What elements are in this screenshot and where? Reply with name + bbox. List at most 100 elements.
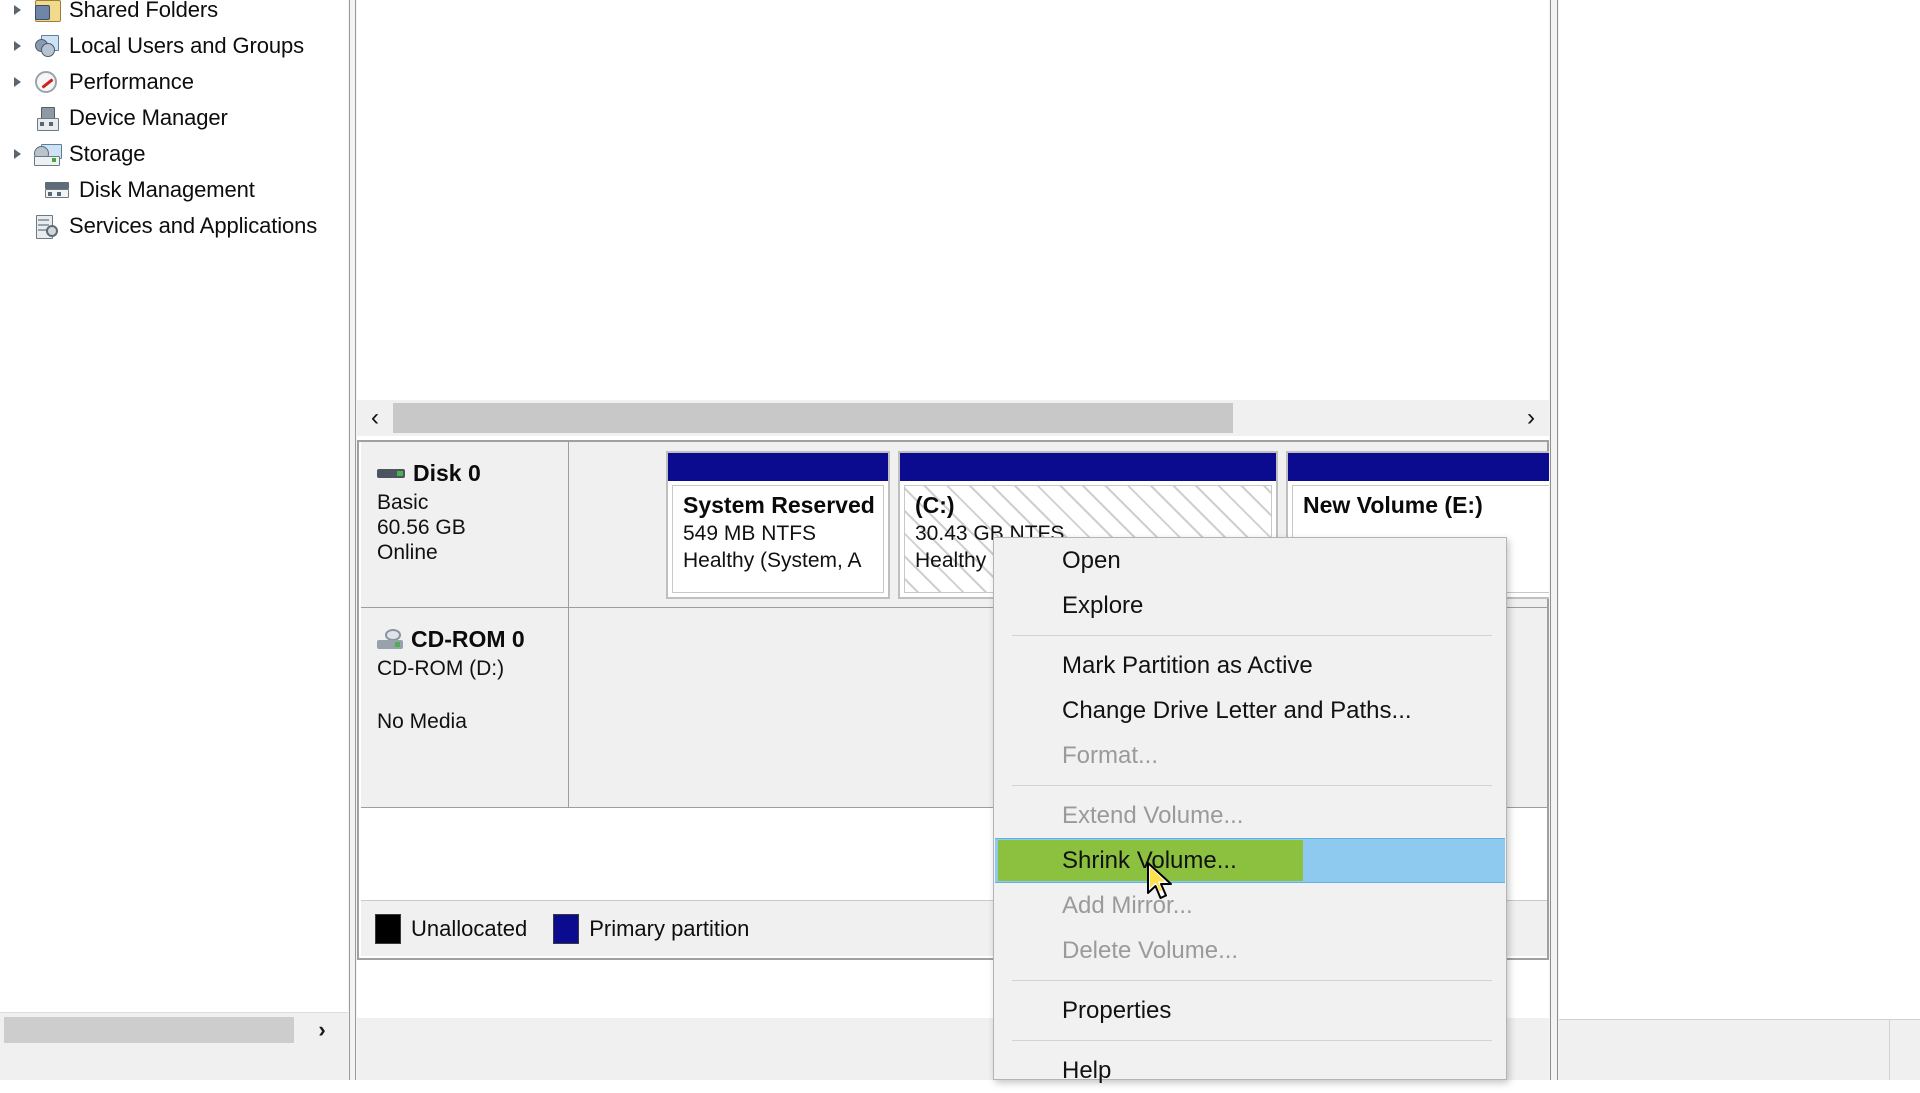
splitter-line-left: [349, 0, 350, 1080]
menu-item-label: Open: [1062, 546, 1121, 574]
right-splitter-line-left: [1550, 0, 1551, 1080]
sidebar-item-label: Storage: [69, 141, 146, 166]
splitter-line-right: [355, 0, 356, 1080]
disk-name: CD-ROM 0: [411, 626, 525, 652]
storage-icon: [34, 141, 62, 167]
menu-item-extend-volume: Extend Volume...: [994, 793, 1506, 838]
disk-info-panel[interactable]: Disk 0 Basic 60.56 GB Online: [361, 442, 569, 607]
menu-item-explore[interactable]: Explore: [994, 583, 1506, 628]
mouse-cursor-icon: [1146, 861, 1180, 905]
partition-block[interactable]: System Reserved 549 MB NTFS Healthy (Syste…: [666, 451, 890, 599]
partition-name: (C:): [915, 492, 955, 518]
hard-disk-icon: [377, 467, 407, 481]
menu-item-properties[interactable]: Properties: [994, 988, 1506, 1033]
chevron-right-icon: [13, 77, 21, 87]
disk-meta: CD-ROM (D:) No Media: [377, 657, 568, 735]
partition-color-band: [900, 453, 1276, 481]
menu-item-delete-volume: Delete Volume...: [994, 928, 1506, 973]
tree-expander[interactable]: [0, 64, 34, 100]
sidebar-item-device-manager[interactable]: Device Manager: [0, 100, 228, 136]
tree-expander[interactable]: [0, 136, 34, 172]
menu-item-label: Delete Volume...: [1062, 936, 1239, 964]
cdrom-icon: [377, 628, 407, 651]
tree-expander: [0, 208, 34, 244]
sidebar-item-disk-management[interactable]: Disk Management: [0, 172, 255, 208]
volume-list-horizontal-scrollbar[interactable]: ‹ ›: [357, 400, 1549, 436]
chevron-right-icon: [13, 41, 21, 51]
legend-swatch: [553, 913, 580, 944]
menu-separator: [1012, 980, 1492, 981]
menu-item-shrink-volume[interactable]: Shrink Volume...: [994, 838, 1506, 883]
partition-details: System Reserved 549 MB NTFS Healthy (Syste…: [672, 485, 884, 593]
right-pane-splitter[interactable]: [1549, 0, 1559, 1080]
local-users-icon: [34, 33, 60, 59]
menu-separator: [1012, 1040, 1492, 1041]
menu-separator: [1012, 635, 1492, 636]
menu-item-help[interactable]: Help: [994, 1048, 1506, 1093]
disk-title: CD-ROM 0: [377, 626, 568, 653]
disk-status: No Media: [377, 709, 467, 733]
scrollbar-thumb[interactable]: [393, 403, 1233, 433]
sidebar-item-storage[interactable]: Storage: [0, 136, 145, 172]
menu-item-label: Change Drive Letter and Paths...: [1062, 696, 1412, 724]
actions-pane: [1549, 0, 1920, 1080]
disk-type: CD-ROM (D:): [377, 657, 505, 680]
disk-name: Disk 0: [413, 460, 481, 486]
menu-item-change-drive-letter-and-paths[interactable]: Change Drive Letter and Paths...: [994, 688, 1506, 733]
tree-scrollbar-thumb[interactable]: [4, 1017, 294, 1043]
partition-context-menu[interactable]: Open Explore Mark Partition as Active Chang…: [993, 537, 1507, 1084]
legend-item: Unallocated: [375, 913, 528, 944]
disk-status: Online: [377, 540, 438, 564]
chevron-right-icon: [13, 5, 21, 15]
partition-status: Healthy (System, A: [683, 549, 862, 572]
performance-icon: [34, 69, 60, 95]
device-manager-icon: [34, 105, 60, 131]
tree-expander: [0, 100, 34, 136]
legend-item: Primary partition: [553, 913, 750, 944]
sidebar-item-services-and-applications[interactable]: Services and Applications: [0, 208, 317, 244]
volume-list-view[interactable]: [357, 0, 1549, 398]
sidebar-item-label: Services and Applications: [69, 213, 318, 238]
tree-expander[interactable]: [0, 28, 34, 64]
disk-info-panel[interactable]: CD-ROM 0 CD-ROM (D:) No Media: [361, 608, 569, 807]
console-tree-pane[interactable]: Shared Folders Local Users and Groups Perf…: [0, 0, 348, 1012]
scroll-right-arrow[interactable]: ›: [1513, 400, 1549, 436]
sidebar-item-label: Device Manager: [69, 105, 228, 130]
status-bar: [1559, 1019, 1920, 1080]
tree-pane-bottom-filler: [0, 1046, 348, 1080]
sidebar-item-label: Disk Management: [79, 177, 255, 202]
legend-swatch: [375, 913, 401, 944]
partition-size: 549 MB NTFS: [683, 522, 817, 545]
sidebar-item-label: Local Users and Groups: [69, 33, 305, 58]
disk-title: Disk 0: [377, 460, 568, 487]
sidebar-item-local-users-and-groups[interactable]: Local Users and Groups: [0, 28, 304, 64]
status-bar-divider: [1889, 1020, 1890, 1080]
partition-name: System Reserved: [683, 492, 875, 518]
menu-separator: [1012, 785, 1492, 786]
menu-item-label: Mark Partition as Active: [1062, 651, 1313, 679]
tree-horizontal-scrollbar[interactable]: ›: [0, 1012, 348, 1047]
menu-item-open[interactable]: Open: [994, 538, 1506, 583]
disk-meta: Basic 60.56 GB Online: [377, 491, 568, 565]
menu-item-mark-partition-as-active[interactable]: Mark Partition as Active: [994, 643, 1506, 688]
disk-type: Basic: [377, 491, 429, 514]
sidebar-item-label: Performance: [69, 69, 194, 94]
menu-item-add-mirror: Add Mirror...: [994, 883, 1506, 928]
tree-scroll-right-arrow[interactable]: ›: [310, 1017, 334, 1042]
partition-color-band: [668, 453, 888, 481]
sidebar-item-shared-folders[interactable]: Shared Folders: [0, 0, 218, 28]
legend-label: Primary partition: [589, 915, 750, 941]
tree-expander: [0, 172, 34, 208]
chevron-right-icon: [13, 149, 21, 159]
tree-expander[interactable]: [0, 0, 34, 28]
actions-pane-body: [1559, 0, 1920, 1080]
scroll-left-arrow[interactable]: ‹: [357, 400, 393, 436]
shared-folders-icon: [34, 0, 61, 23]
pane-splitter[interactable]: [348, 0, 357, 1080]
legend-label: Unallocated: [411, 915, 528, 941]
menu-item-label: Format...: [1062, 741, 1159, 769]
disk-size: 60.56 GB: [377, 515, 466, 539]
sidebar-item-performance[interactable]: Performance: [0, 64, 194, 100]
menu-item-label: Explore: [1062, 591, 1144, 619]
menu-item-label: Help: [1062, 1056, 1112, 1084]
